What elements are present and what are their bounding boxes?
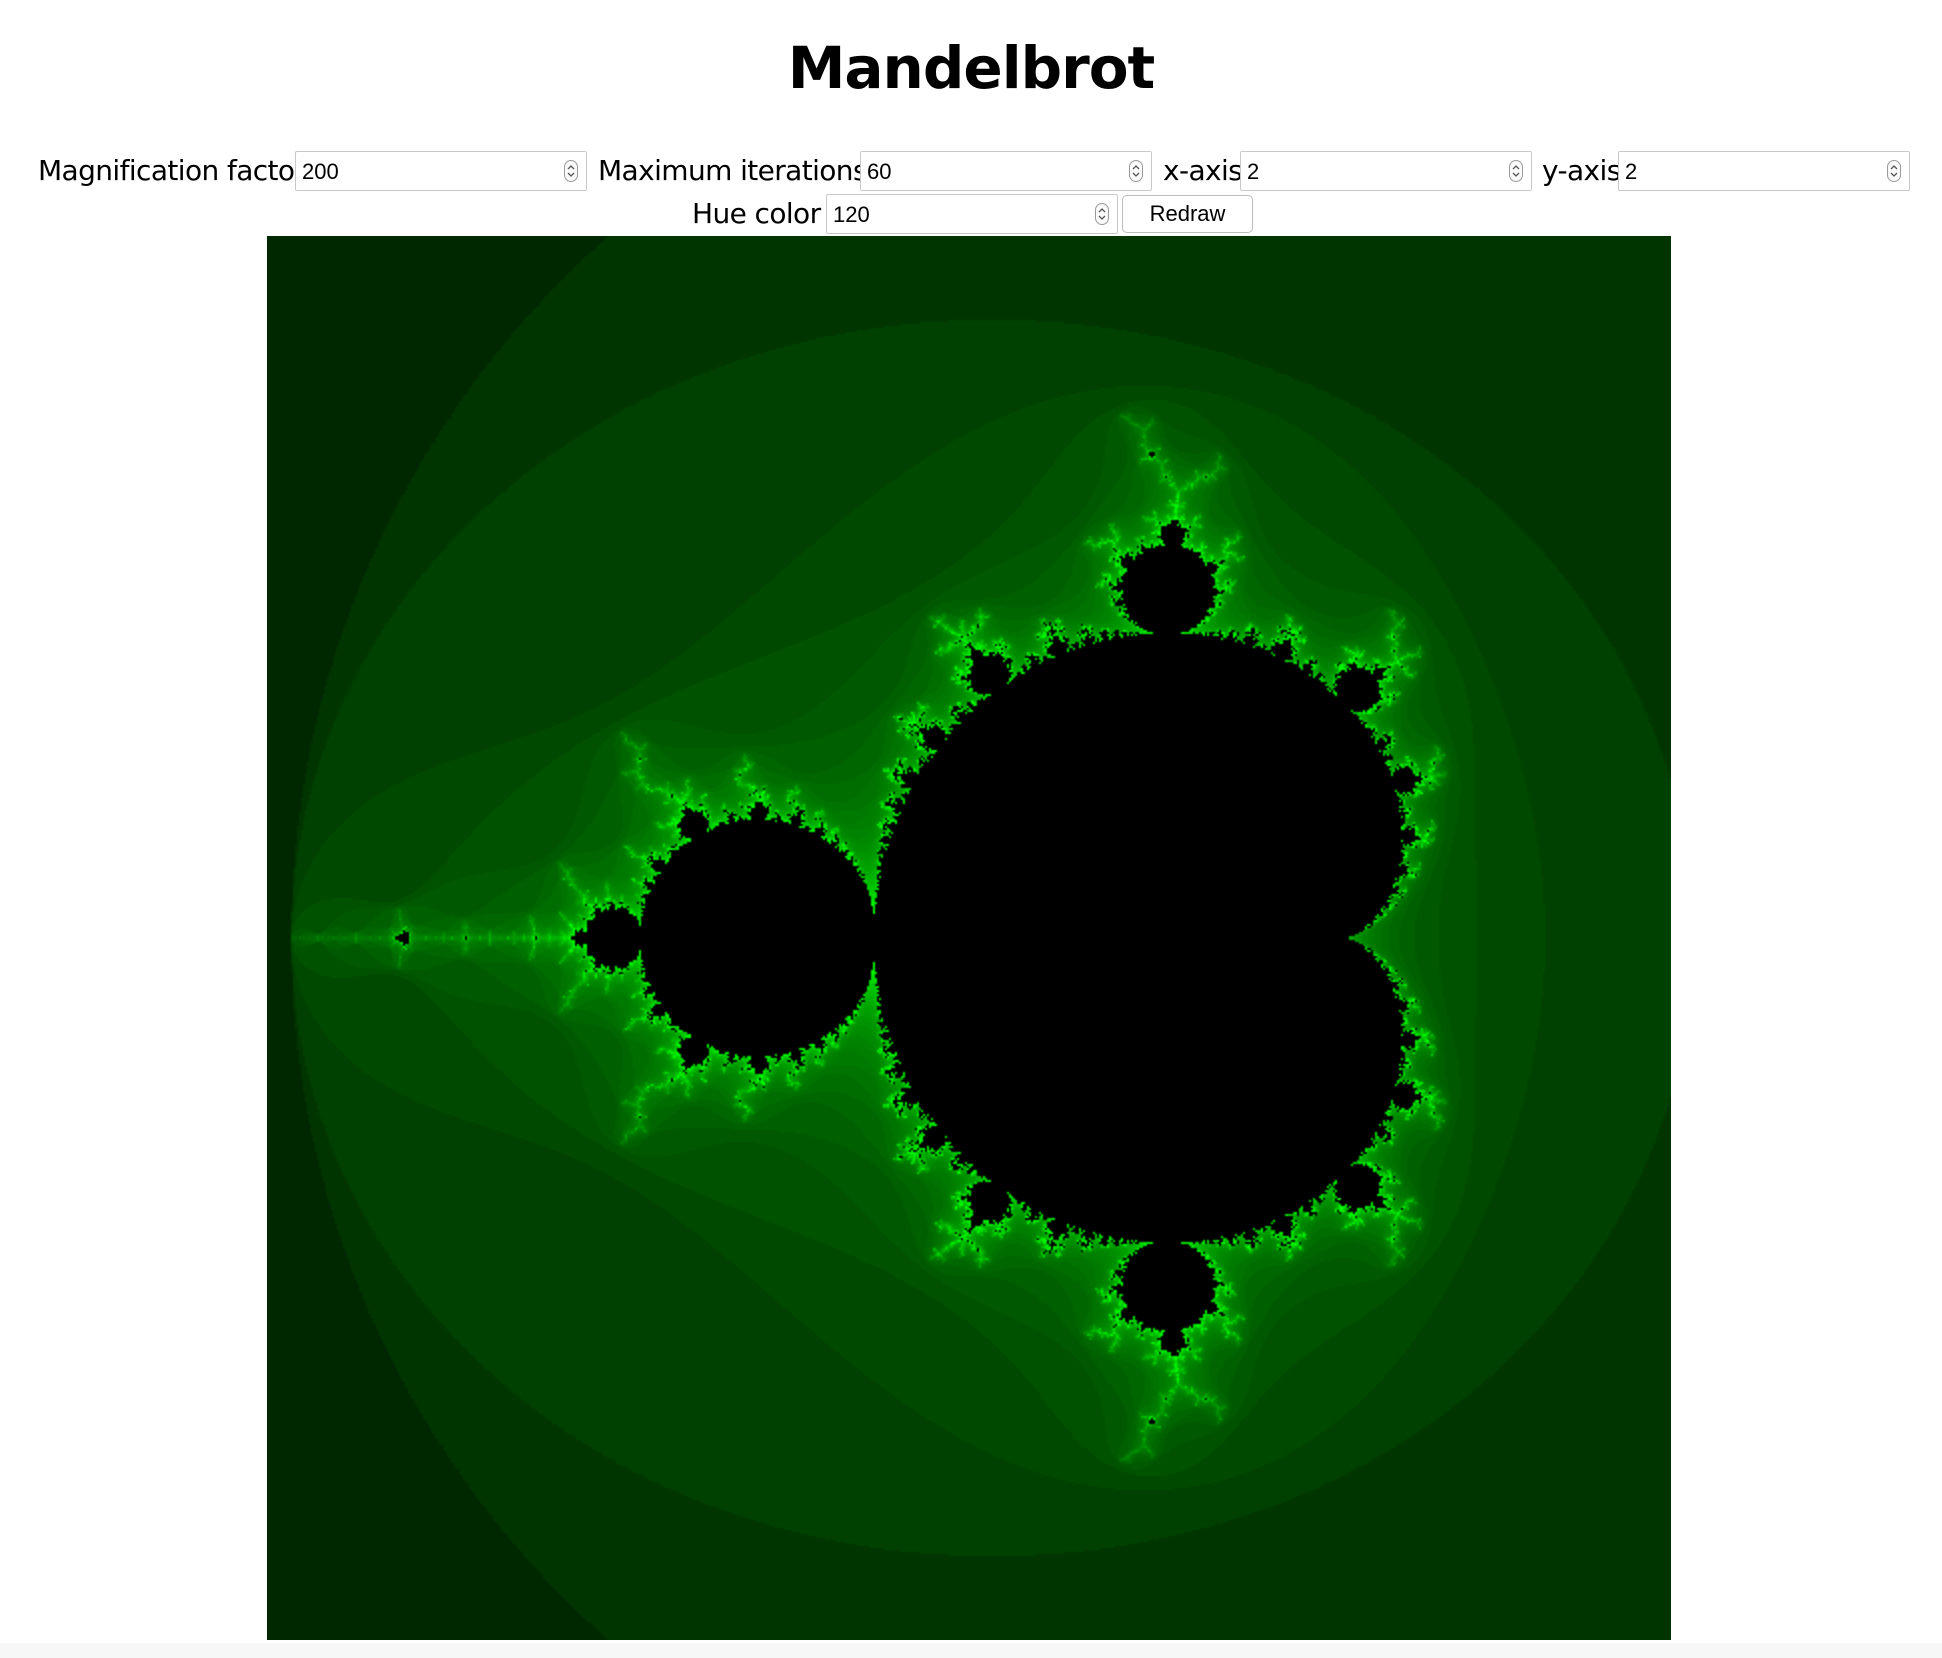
- up-down-stepper-icon[interactable]: [564, 160, 578, 182]
- max-iterations-input[interactable]: 60: [860, 151, 1152, 191]
- magnification-input[interactable]: 200: [295, 151, 587, 191]
- up-down-stepper-icon[interactable]: [1095, 203, 1109, 225]
- up-down-stepper-icon[interactable]: [1129, 160, 1143, 182]
- x-axis-input[interactable]: 2: [1240, 151, 1532, 191]
- x-axis-value: 2: [1247, 159, 1260, 184]
- up-down-stepper-icon[interactable]: [1509, 160, 1523, 182]
- y-axis-label: y-axis: [1542, 154, 1621, 187]
- y-axis-value: 2: [1625, 159, 1638, 184]
- bottom-strip: [0, 1643, 1942, 1658]
- max-iterations-value: 60: [867, 159, 892, 184]
- hue-color-value: 120: [833, 202, 870, 227]
- hue-color-input[interactable]: 120: [826, 194, 1118, 234]
- redraw-button[interactable]: Redraw: [1122, 195, 1253, 233]
- page: Mandelbrot Magnification factor 200 Maxi…: [0, 0, 1942, 1658]
- max-iterations-label: Maximum iterations: [598, 154, 868, 187]
- y-axis-input[interactable]: 2: [1618, 151, 1910, 191]
- magnification-label: Magnification factor: [38, 154, 306, 187]
- mandelbrot-canvas[interactable]: [267, 236, 1671, 1640]
- x-axis-label: x-axis: [1163, 154, 1243, 187]
- magnification-value: 200: [302, 159, 339, 184]
- hue-color-label: Hue color: [692, 197, 821, 230]
- up-down-stepper-icon[interactable]: [1887, 160, 1901, 182]
- page-title: Mandelbrot: [787, 34, 1156, 102]
